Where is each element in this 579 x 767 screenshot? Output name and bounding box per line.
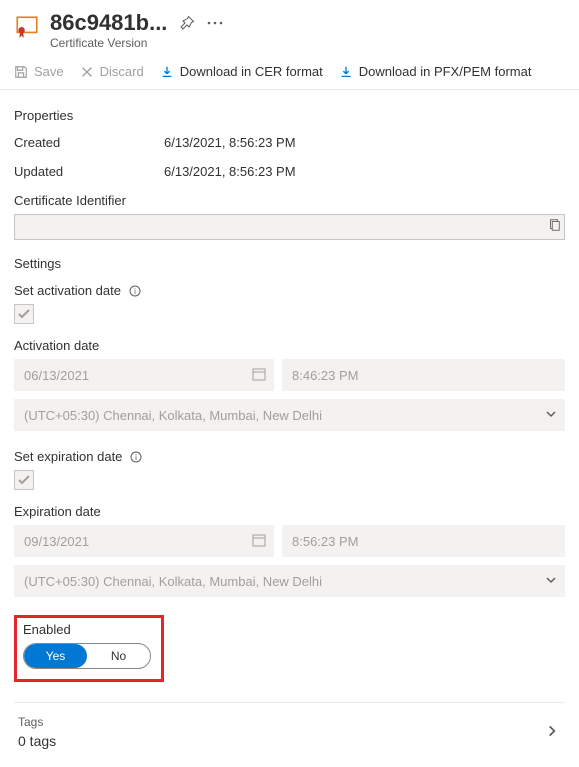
tags-count: 0 tags	[18, 733, 56, 749]
enabled-toggle[interactable]: Yes No	[23, 643, 151, 669]
chevron-right-icon	[545, 724, 565, 741]
download-cer-button[interactable]: Download in CER format	[160, 64, 323, 79]
enabled-no[interactable]: No	[87, 644, 150, 668]
discard-button[interactable]: Discard	[80, 64, 144, 79]
expiration-time-input[interactable]: 8:56:23 PM	[282, 525, 565, 557]
updated-value: 6/13/2021, 8:56:23 PM	[164, 164, 296, 179]
cert-id-label: Certificate Identifier	[14, 193, 565, 208]
toolbar: Save Discard Download in CER format Down…	[0, 56, 579, 90]
discard-icon	[80, 65, 94, 79]
download-icon	[339, 65, 353, 79]
updated-label: Updated	[14, 164, 164, 179]
enabled-highlight: Enabled Yes No	[14, 615, 164, 682]
properties-heading: Properties	[14, 108, 565, 123]
save-icon	[14, 65, 28, 79]
download-pfx-button[interactable]: Download in PFX/PEM format	[339, 64, 532, 79]
divider	[14, 702, 565, 703]
activation-timezone-select[interactable]: (UTC+05:30) Chennai, Kolkata, Mumbai, Ne…	[14, 399, 565, 431]
copy-icon[interactable]	[547, 218, 561, 235]
expiration-toggle-label: Set expiration date	[14, 449, 122, 464]
expiration-date-input[interactable]: 09/13/2021	[14, 525, 274, 557]
cert-id-input[interactable]	[14, 214, 565, 240]
created-value: 6/13/2021, 8:56:23 PM	[164, 135, 296, 150]
page-header: 86c9481b... Certificate Version	[0, 0, 579, 56]
calendar-icon	[252, 533, 266, 550]
download-icon	[160, 65, 174, 79]
pin-icon[interactable]	[179, 15, 195, 31]
svg-text:i: i	[134, 287, 136, 296]
tags-row[interactable]: Tags 0 tags	[14, 715, 565, 753]
tags-label: Tags	[18, 715, 56, 729]
expiration-checkbox[interactable]	[14, 470, 34, 490]
settings-heading: Settings	[14, 256, 565, 271]
created-label: Created	[14, 135, 164, 150]
certificate-icon	[14, 14, 40, 40]
expiration-date-label: Expiration date	[14, 504, 565, 519]
page-subtitle: Certificate Version	[50, 36, 565, 50]
info-icon[interactable]: i	[129, 285, 141, 297]
enabled-yes[interactable]: Yes	[24, 644, 87, 668]
chevron-down-icon	[545, 408, 557, 423]
page-title: 86c9481b...	[50, 10, 167, 36]
save-button[interactable]: Save	[14, 64, 64, 79]
activation-date-label: Activation date	[14, 338, 565, 353]
calendar-icon	[252, 367, 266, 384]
expiration-timezone-select[interactable]: (UTC+05:30) Chennai, Kolkata, Mumbai, Ne…	[14, 565, 565, 597]
activation-checkbox[interactable]	[14, 304, 34, 324]
more-icon[interactable]	[207, 21, 223, 25]
activation-toggle-label: Set activation date	[14, 283, 121, 298]
enabled-label: Enabled	[23, 622, 151, 637]
info-icon[interactable]: i	[130, 451, 142, 463]
svg-text:i: i	[136, 453, 138, 462]
activation-date-input[interactable]: 06/13/2021	[14, 359, 274, 391]
chevron-down-icon	[545, 574, 557, 589]
activation-time-input[interactable]: 8:46:23 PM	[282, 359, 565, 391]
